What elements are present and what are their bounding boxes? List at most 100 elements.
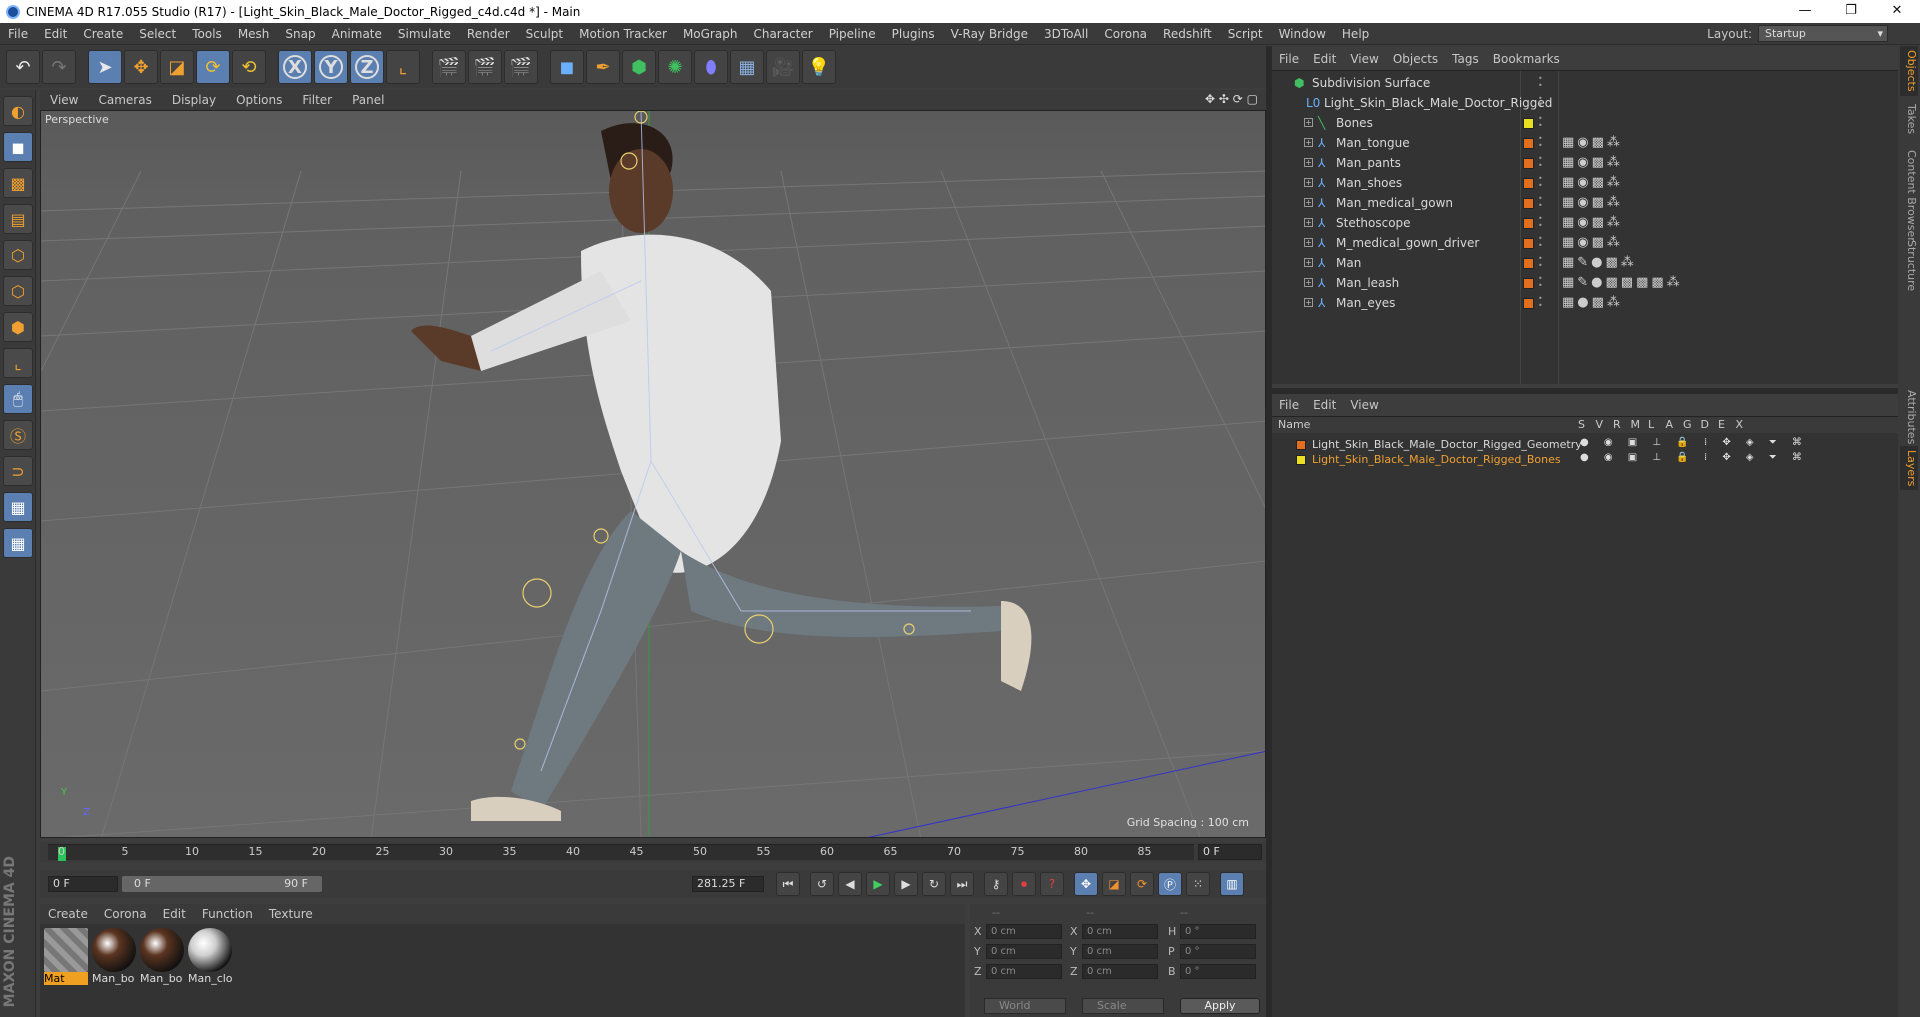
object-tags[interactable]: ▦◉▩⁂ — [1562, 135, 1623, 150]
object-row[interactable]: + ⅄ Stethoscope • • ▦◉▩⁂ — [1272, 213, 1898, 233]
render-view-button[interactable]: 🎬 — [432, 50, 466, 84]
visibility-dots-icon[interactable]: • • — [1538, 195, 1543, 210]
visibility-dots-icon[interactable]: • • — [1538, 215, 1543, 230]
menu-v-ray-bridge[interactable]: V-Ray Bridge — [943, 27, 1036, 41]
expand-toggle-icon[interactable]: + — [1304, 238, 1313, 247]
material-menu-texture[interactable]: Texture — [261, 907, 321, 921]
expand-toggle-icon[interactable]: + — [1304, 118, 1313, 127]
object-row[interactable]: + ⅄ Man_medical_gown • • ▦◉▩⁂ — [1272, 193, 1898, 213]
menu-select[interactable]: Select — [131, 27, 184, 41]
edges-mode-button[interactable]: ⬡ — [3, 276, 33, 306]
material-menu-edit[interactable]: Edit — [155, 907, 194, 921]
timeline-ruler[interactable]: 051015202530354045505560657075808590 0 F — [40, 842, 1266, 862]
layer-color-chip[interactable] — [1523, 218, 1534, 229]
coord-value-field[interactable]: 0 ° — [1180, 944, 1256, 959]
rotate-tool-button[interactable]: ⟳ — [196, 50, 230, 84]
timeline-bar[interactable]: 051015202530354045505560657075808590 — [48, 844, 1215, 861]
timeline-window-button[interactable]: ▥ — [1220, 872, 1244, 896]
subdivision-surface-button[interactable]: ⬢ — [622, 50, 656, 84]
floor-button[interactable]: ▦ — [730, 50, 764, 84]
visibility-dots-icon[interactable]: • • — [1538, 175, 1543, 190]
undo-button[interactable]: ↶ — [6, 50, 40, 84]
layer-column-x[interactable]: X — [1736, 418, 1744, 431]
material-menu-create[interactable]: Create — [40, 907, 96, 921]
expand-toggle-icon[interactable]: + — [1304, 198, 1313, 207]
menu-window[interactable]: Window — [1271, 27, 1334, 41]
material-thumbnail[interactable]: Man_clo — [188, 928, 232, 985]
key-position-button[interactable]: ✥ — [1074, 872, 1098, 896]
move-tool-button[interactable]: ✥ — [124, 50, 158, 84]
play-button[interactable]: ▶ — [866, 872, 890, 896]
menu-simulate[interactable]: Simulate — [390, 27, 459, 41]
minimize-button[interactable]: — — [1782, 0, 1828, 23]
layer-column-name[interactable]: Name — [1278, 418, 1310, 431]
object-row[interactable]: + ⅄ Man • • ▦✎●▩⁂ — [1272, 253, 1898, 273]
menu-3dtoall[interactable]: 3DToAll — [1036, 27, 1096, 41]
z-axis-lock-button[interactable]: Z — [350, 50, 384, 84]
go-to-end-button[interactable]: ⏭ — [950, 872, 974, 896]
workplane-lock-button[interactable]: ▦ — [3, 492, 33, 522]
side-tab-layers[interactable]: Layers — [1900, 446, 1918, 491]
visibility-dots-icon[interactable]: • • — [1538, 75, 1543, 90]
next-frame-button[interactable]: ▶ — [894, 872, 918, 896]
coord-value-field[interactable]: 0 cm — [1082, 964, 1158, 979]
make-editable-button[interactable]: ◐ — [3, 96, 33, 126]
next-key-button[interactable]: ↻ — [922, 872, 946, 896]
menu-motion-tracker[interactable]: Motion Tracker — [571, 27, 675, 41]
expand-toggle-icon[interactable]: + — [1304, 258, 1313, 267]
layer-column-r[interactable]: R — [1613, 418, 1621, 431]
keyframe-selection-button[interactable]: ? — [1040, 872, 1064, 896]
visibility-dots-icon[interactable]: • • — [1538, 255, 1543, 270]
expand-toggle-icon[interactable]: + — [1304, 298, 1313, 307]
layer-column-l[interactable]: L — [1648, 418, 1654, 431]
expand-toggle-icon[interactable]: + — [1304, 158, 1313, 167]
object-tags[interactable]: ▦✎●▩▩▩▩⁂ — [1562, 275, 1683, 290]
model-mode-button[interactable]: ◼ — [3, 132, 33, 162]
layer-row[interactable]: Light_Skin_Black_Male_Doctor_Rigged_Geom… — [1272, 437, 1898, 452]
menu-pipeline[interactable]: Pipeline — [821, 27, 884, 41]
camera-button[interactable]: 🎥 — [766, 50, 800, 84]
visibility-dots-icon[interactable]: • • — [1538, 95, 1543, 110]
menu-snap[interactable]: Snap — [277, 27, 323, 41]
layer-color-chip[interactable] — [1296, 440, 1306, 450]
material-menu-function[interactable]: Function — [194, 907, 261, 921]
lm-menu-edit[interactable]: Edit — [1306, 398, 1343, 412]
viewport-menu-display[interactable]: Display — [162, 93, 226, 107]
autokey-button[interactable]: ⏺ — [1012, 872, 1036, 896]
menu-edit[interactable]: Edit — [36, 27, 75, 41]
menu-file[interactable]: File — [0, 27, 36, 41]
menu-script[interactable]: Script — [1220, 27, 1271, 41]
frame-range-slider[interactable]: 0 F 90 F — [122, 876, 322, 892]
menu-create[interactable]: Create — [75, 27, 131, 41]
x-axis-lock-button[interactable]: X — [278, 50, 312, 84]
layer-color-chip[interactable] — [1296, 455, 1306, 465]
object-tags[interactable]: ▦◉▩⁂ — [1562, 195, 1623, 210]
menu-mograph[interactable]: MoGraph — [675, 27, 746, 41]
layer-column-a[interactable]: A — [1666, 418, 1674, 431]
coord-value-field[interactable]: 0 cm — [986, 964, 1062, 979]
layer-row[interactable]: Light_Skin_Black_Male_Doctor_Rigged_Bone… — [1272, 452, 1898, 467]
viewport-menu-view[interactable]: View — [40, 93, 88, 107]
menu-help[interactable]: Help — [1334, 27, 1377, 41]
object-tags[interactable]: ▦●▩⁂ — [1562, 295, 1623, 310]
layer-color-chip[interactable] — [1523, 198, 1534, 209]
coord-value-field[interactable]: 0 cm — [986, 924, 1062, 939]
coord-size-dropdown[interactable]: Scale — [1082, 998, 1164, 1014]
visibility-dots-icon[interactable]: • • — [1538, 275, 1543, 290]
lm-menu-view[interactable]: View — [1343, 398, 1385, 412]
material-menu-corona[interactable]: Corona — [96, 907, 155, 921]
object-row[interactable]: L0 Light_Skin_Black_Male_Doctor_Rigged • • — [1272, 93, 1898, 113]
layer-column-g[interactable]: G — [1683, 418, 1692, 431]
layer-column-d[interactable]: D — [1701, 418, 1709, 431]
current-frame-field[interactable]: 0 F — [1198, 844, 1262, 860]
y-axis-lock-button[interactable]: Y — [314, 50, 348, 84]
visibility-dots-icon[interactable]: • • — [1538, 235, 1543, 250]
material-thumbnail[interactable]: Man_bo — [140, 928, 184, 985]
layer-column-e[interactable]: E — [1718, 418, 1725, 431]
previous-frame-button[interactable]: ◀ — [838, 872, 862, 896]
viewport-menu-filter[interactable]: Filter — [292, 93, 342, 107]
layer-color-chip[interactable] — [1523, 158, 1534, 169]
om-menu-edit[interactable]: Edit — [1306, 52, 1343, 66]
object-tags[interactable]: ▦◉▩⁂ — [1562, 215, 1623, 230]
layer-toggle-icons[interactable]: ● ◉ ▣ ⊥ 🔒 ⁞ ✥ ◈ ⏷ ⌘ — [1580, 452, 1808, 463]
